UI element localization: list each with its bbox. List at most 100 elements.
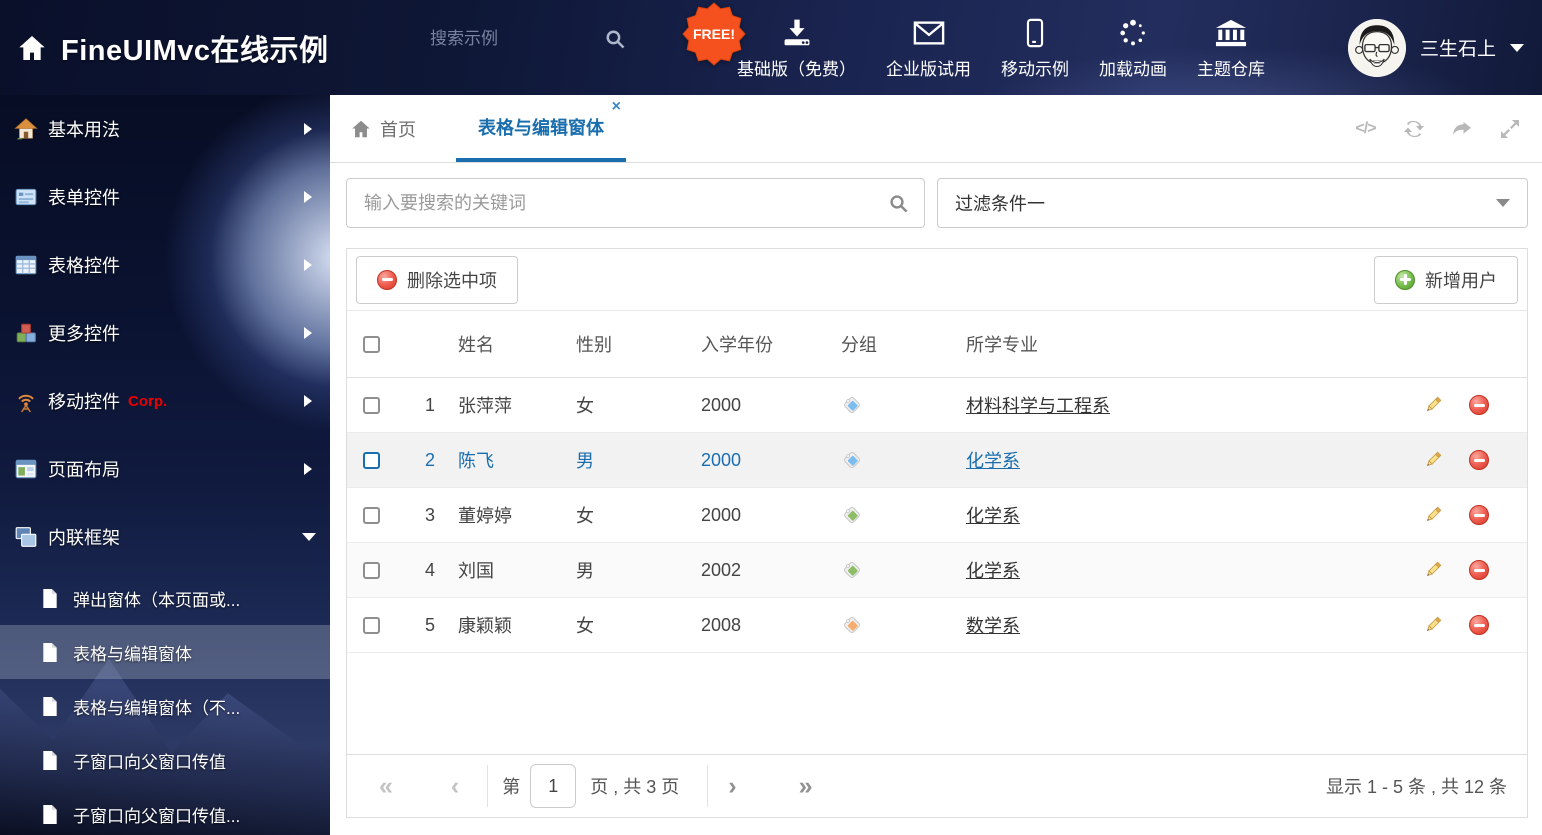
header-nav-item-3[interactable]: 加载动画 [1084, 0, 1182, 95]
chevron-right-icon [304, 259, 312, 271]
sidebar-item-3[interactable]: 更多控件 [0, 299, 330, 367]
filter-select[interactable]: 过滤条件一 [937, 178, 1528, 228]
delete-row-icon[interactable] [1469, 450, 1489, 470]
sidebar-item-4[interactable]: 移动控件 Corp. [0, 367, 330, 435]
chevron-right-icon [304, 327, 312, 339]
major-link[interactable]: 化学系 [966, 451, 1020, 471]
table-row[interactable]: 4 刘国 男 2002 化学系 [347, 543, 1527, 598]
bank-icon [1213, 16, 1249, 48]
edit-icon[interactable] [1423, 615, 1443, 635]
prev-page-icon[interactable] [451, 774, 459, 799]
col-header-gender[interactable]: 性别 [556, 331, 681, 357]
header-nav-item-1[interactable]: 企业版试用 [871, 0, 986, 95]
edit-icon[interactable] [1423, 450, 1443, 470]
search-icon[interactable] [888, 193, 909, 214]
sidebar: 基本用法 表单控件 表格控件 更多控件 移动控件 Corp. 页面布局 内联框架 弹出窗体（本… [0, 95, 330, 835]
col-header-group[interactable]: 分组 [821, 331, 946, 357]
header-nav-item-2[interactable]: 移动示例 [986, 0, 1084, 95]
row-checkbox[interactable] [362, 561, 380, 579]
sidebar-menu: 基本用法 表单控件 表格控件 更多控件 移动控件 Corp. 页面布局 内联框架 [0, 95, 330, 571]
forward-icon[interactable] [1448, 117, 1475, 141]
header-search-input[interactable] [428, 28, 578, 50]
table-row[interactable]: 2 陈飞 男 2000 化学系 [347, 433, 1527, 488]
major-link[interactable]: 化学系 [966, 561, 1020, 581]
sidebar-item-6[interactable]: 内联框架 [0, 503, 330, 571]
keyword-search-input[interactable] [362, 191, 888, 215]
row-checkbox[interactable] [362, 506, 380, 524]
delete-selected-button[interactable]: 删除选中项 [356, 255, 518, 304]
tab-home[interactable]: 首页 [350, 95, 416, 162]
col-header-name[interactable]: 姓名 [437, 331, 556, 357]
edit-icon[interactable] [1423, 505, 1443, 525]
delete-button-label: 删除选中项 [407, 270, 497, 291]
row-checkbox[interactable] [362, 451, 380, 469]
sidebar-item-1[interactable]: 表单控件 [0, 163, 330, 231]
avatar[interactable] [1347, 18, 1406, 77]
search-icon[interactable] [604, 28, 626, 50]
col-header-major[interactable]: 所学专业 [946, 331, 1386, 357]
grid-body: 1 张萍萍女 2000 材料科学与工程系 2 陈飞男 2000 化学系 3 董婷婷女 2000 化学系… [347, 378, 1527, 653]
refresh-icon[interactable] [1400, 117, 1427, 141]
sidebar-item-5[interactable]: 页面布局 [0, 435, 330, 503]
header-nav-item-4[interactable]: 主题仓库 [1182, 0, 1280, 95]
edit-icon[interactable] [1423, 395, 1443, 415]
table-row[interactable]: 5 康颖颖 女 2008 数学系 [347, 598, 1527, 653]
first-page-icon[interactable] [379, 774, 393, 799]
delete-row-icon[interactable] [1469, 505, 1489, 525]
keyword-search[interactable] [346, 178, 925, 228]
cell-name: 董婷婷 [458, 506, 512, 526]
header-nav-label: 主题仓库 [1197, 59, 1265, 79]
table-row[interactable]: 3 董婷婷 女 2000 化学系 [347, 488, 1527, 543]
sidebar-subitem-4[interactable]: 子窗口向父窗口传值... [0, 787, 330, 835]
sidebar-item-2[interactable]: 表格控件 [0, 231, 330, 299]
code-icon[interactable] [1352, 117, 1379, 141]
chevron-right-icon [304, 191, 312, 203]
tab-grid-edit-window[interactable]: 表格与编辑窗体 [456, 95, 626, 162]
add-user-button[interactable]: 新增用户 [1374, 255, 1518, 304]
grid-icon [14, 253, 38, 277]
chevron-down-icon [302, 533, 316, 541]
data-grid: 删除选中项 新增用户 姓名 性别 入学年份 分组 所学专业 1 张萍萍女 2000 材… [346, 248, 1528, 818]
free-badge[interactable]: FREE! [682, 2, 746, 66]
major-link[interactable]: 化学系 [966, 506, 1020, 526]
app-header: FineUIMvc在线示例 FREE! 基础版（免费） 企业版试用 移动示例 加载动画… [0, 0, 1542, 95]
user-menu[interactable]: 三生石上 [1347, 0, 1524, 95]
free-badge-label: FREE! [693, 26, 735, 42]
tab-home-label: 首页 [380, 119, 416, 140]
col-header-year[interactable]: 入学年份 [681, 331, 821, 357]
select-all-checkbox[interactable] [362, 335, 380, 353]
page-icon [41, 750, 59, 771]
last-page-icon[interactable] [799, 774, 813, 799]
sidebar-subitem-1[interactable]: 表格与编辑窗体 [0, 625, 330, 679]
row-checkbox[interactable] [362, 616, 380, 634]
cell-gender: 女 [576, 506, 594, 526]
sidebar-item-0[interactable]: 基本用法 [0, 95, 330, 163]
tag-icon [841, 449, 863, 471]
next-page-icon[interactable] [728, 774, 736, 799]
cell-year: 2000 [701, 504, 742, 525]
tag-icon [841, 614, 863, 636]
download-icon [779, 16, 815, 48]
tag-icon [841, 394, 863, 416]
pager-divider [707, 765, 709, 807]
sidebar-subitem-3[interactable]: 子窗口向父窗口传值 [0, 733, 330, 787]
cubes-icon [14, 321, 38, 345]
row-checkbox[interactable] [362, 396, 380, 414]
brand[interactable]: FineUIMvc在线示例 [16, 0, 329, 95]
major-link[interactable]: 材料科学与工程系 [966, 396, 1110, 416]
major-link[interactable]: 数学系 [966, 616, 1020, 636]
sidebar-subitem-0[interactable]: 弹出窗体（本页面或... [0, 571, 330, 625]
table-row[interactable]: 1 张萍萍 女 2000 材料科学与工程系 [347, 378, 1527, 433]
expand-icon[interactable] [1496, 117, 1523, 141]
delete-row-icon[interactable] [1469, 560, 1489, 580]
delete-row-icon[interactable] [1469, 395, 1489, 415]
user-name: 三生石上 [1419, 39, 1496, 60]
tab-toolbar [1352, 95, 1523, 162]
close-icon[interactable] [612, 99, 621, 115]
edit-icon[interactable] [1423, 560, 1443, 580]
sidebar-subitem-2[interactable]: 表格与编辑窗体（不... [0, 679, 330, 733]
delete-row-icon[interactable] [1469, 615, 1489, 635]
header-search[interactable] [428, 28, 626, 50]
cell-name: 陈飞 [458, 451, 494, 471]
page-number-input[interactable] [530, 764, 577, 808]
